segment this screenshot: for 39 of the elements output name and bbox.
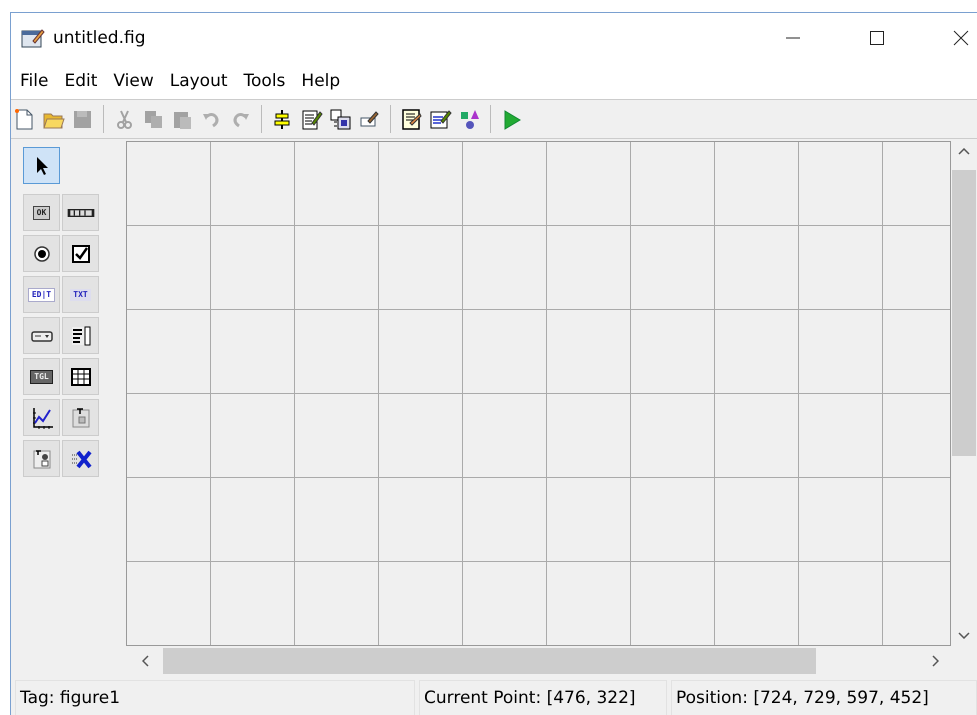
palette-tool-button[interactable]	[23, 317, 60, 354]
scroll-down-icon[interactable]	[958, 632, 970, 639]
palette-tool-button[interactable]	[23, 440, 60, 477]
tag-status: Tag: figure1	[15, 680, 415, 715]
position-status: Position: [724, 729, 597, 452]	[671, 680, 977, 715]
static-text-tool-icon: TXT	[70, 288, 91, 300]
editor-page-icon[interactable]	[400, 108, 423, 130]
shapes-icon[interactable]	[458, 108, 481, 130]
menu-item[interactable]: Edit	[63, 71, 98, 91]
current-point-status: Current Point: [476, 322]	[419, 680, 667, 715]
scroll-up-icon[interactable]	[958, 148, 970, 155]
palette-tool-button[interactable]: TXT	[62, 276, 99, 313]
palette-tool-button[interactable]	[62, 440, 99, 477]
menu-item[interactable]: Tools	[242, 71, 286, 91]
scroll-right-icon[interactable]	[932, 655, 939, 667]
toggle-button-tool-icon: TGL	[30, 370, 53, 384]
document-pencil-icon[interactable]	[300, 108, 323, 130]
palette-tool-button[interactable]	[62, 317, 99, 354]
palette-tool-button[interactable]	[23, 399, 60, 436]
edit-text-tool-icon: ED|T	[28, 288, 56, 302]
palette-tool-button[interactable]	[62, 194, 99, 231]
slider-tool-icon	[66, 208, 94, 216]
palette-tool-button[interactable]: OK	[23, 194, 60, 231]
palette-tool-button[interactable]	[23, 235, 60, 272]
menu-item[interactable]: Layout	[168, 71, 229, 91]
palette-tool-button[interactable]: ED|T	[23, 276, 60, 313]
palette-tool-button[interactable]: TGL	[23, 358, 60, 395]
menu-item[interactable]: View	[112, 71, 155, 91]
menu-item[interactable]: Help	[300, 71, 342, 91]
list-pencil-icon[interactable]	[429, 108, 452, 130]
scroll-left-icon[interactable]	[142, 655, 149, 667]
push-button-tool-icon: OK	[32, 206, 50, 220]
select-tool-button[interactable]	[23, 147, 60, 184]
close-icon[interactable]	[953, 30, 969, 46]
maximize-icon[interactable]	[869, 30, 885, 46]
palette-tool-button[interactable]	[62, 358, 99, 395]
window-title: untitled.fig	[53, 28, 146, 48]
menu-item[interactable]: File	[19, 71, 50, 91]
palette-tool-button[interactable]	[62, 235, 99, 272]
